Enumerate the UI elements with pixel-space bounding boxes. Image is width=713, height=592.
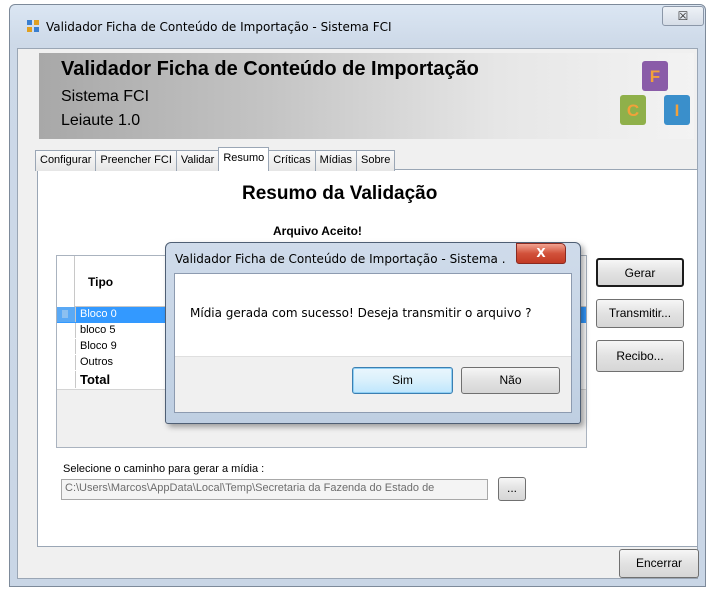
cell-tipo: bloco 5 [80,324,116,336]
close-icon: ☒ [677,9,689,23]
row-selector[interactable] [57,307,76,322]
logo-letter-f: F [650,67,660,86]
logo-letter-i: I [675,101,680,120]
app-icon [26,19,40,33]
tab-validar[interactable]: Validar [175,150,220,171]
dialog-title: Validador Ficha de Conteúdo de Importaçã… [175,252,505,266]
window-close-button[interactable]: ☒ [662,6,704,26]
tab-configurar[interactable]: Configurar [35,150,97,171]
cell-tipo: Bloco 9 [80,340,117,352]
close-icon: X [536,246,546,260]
fci-logo: F C I [616,55,696,133]
logo-letter-c: C [627,101,639,120]
validation-status: Arquivo Aceito! [273,224,362,238]
row-selector[interactable] [57,339,76,354]
dialog-message: Mídia gerada com sucesso! Deseja transmi… [190,306,532,320]
cell-tipo: Bloco 0 [80,308,117,320]
row-selector[interactable] [57,323,76,338]
header-title: Validador Ficha de Conteúdo de Importaçã… [61,58,479,80]
resumo-title: Resumo da Validação [242,183,438,204]
sim-button[interactable]: Sim [352,367,453,394]
cell-tipo: Outros [80,356,114,368]
column-header-tipo[interactable]: Tipo [88,275,113,289]
row-selector[interactable] [57,355,76,370]
recibo-button[interactable]: Recibo... [596,340,684,372]
tab-sobre[interactable]: Sobre [355,150,396,171]
tab-strip: Configurar Preencher FCI Validar Resumo … [35,147,396,171]
browse-button[interactable]: ... [498,477,526,501]
encerrar-button[interactable]: Encerrar [619,549,699,578]
logo-tile-i: I [664,95,690,125]
tab-midias[interactable]: Mídias [314,150,357,171]
logo-tile-c: C [620,95,646,125]
tab-criticas[interactable]: Críticas [268,150,316,171]
nao-button[interactable]: Não [461,367,560,394]
cell-tipo: Total [80,372,111,387]
grid-row-header-corner[interactable] [57,256,75,307]
tab-preencher-fci[interactable]: Preencher FCI [95,150,177,171]
logo-tile-f: F [642,61,668,91]
window-title: Validador Ficha de Conteúdo de Importaçã… [46,20,392,34]
header-subtitle-layout: Leiaute 1.0 [61,112,141,129]
tab-resumo[interactable]: Resumo [218,147,270,171]
header-subtitle-system: Sistema FCI [61,88,150,105]
gerar-button[interactable]: Gerar [596,258,684,287]
row-selector[interactable] [57,371,76,388]
path-input[interactable]: C:\Users\Marcos\AppData\Local\Temp\Secre… [61,479,488,500]
path-label: Selecione o caminho para gerar a mídia : [63,463,265,475]
dialog-close-button[interactable]: X [516,243,566,264]
transmitir-button[interactable]: Transmitir... [596,299,684,328]
